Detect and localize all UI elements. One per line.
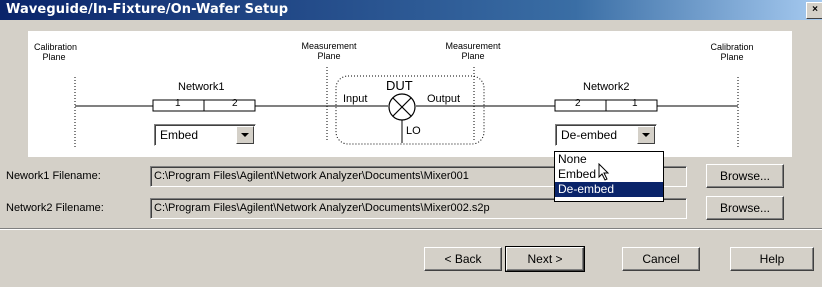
back-button[interactable]: < Back xyxy=(424,247,502,271)
chevron-down-icon[interactable] xyxy=(637,126,655,144)
network-diagram xyxy=(74,67,739,149)
chevron-down-icon[interactable] xyxy=(236,126,254,144)
help-button[interactable]: Help xyxy=(730,247,814,271)
network2-filename-label: Network2 Filename: xyxy=(6,202,104,214)
network2-label: Network2 xyxy=(583,81,630,93)
network2-mode-value: De-embed xyxy=(561,128,618,142)
network1-port-b: 2 xyxy=(232,98,238,109)
mouse-pointer-icon xyxy=(598,163,610,181)
divider xyxy=(0,228,822,230)
network2-port-a: 2 xyxy=(575,98,581,109)
window-title: Waveguide/In-Fixture/On-Wafer Setup xyxy=(6,2,289,17)
next-button[interactable]: Next > xyxy=(505,246,585,272)
dut-output-label: Output xyxy=(427,93,461,105)
close-icon[interactable]: × xyxy=(806,2,822,19)
title-bar: Waveguide/In-Fixture/On-Wafer Setup × xyxy=(0,0,822,20)
dut-input-label: Input xyxy=(343,93,368,105)
dut-label: DUT xyxy=(386,78,413,93)
network2-filename-value: C:\Program Files\Agilent\Network Analyze… xyxy=(154,202,490,214)
network2-mode-select[interactable]: De-embed xyxy=(555,124,657,146)
calibration-plane-left-label: Calibration Plane xyxy=(34,42,78,62)
network1-filename-label: Nework1 Filename: xyxy=(6,170,101,182)
cancel-button[interactable]: Cancel xyxy=(622,247,700,271)
network1-label: Network1 xyxy=(178,81,225,93)
network1-port-a: 1 xyxy=(175,98,181,109)
browse-network1-button[interactable]: Browse... xyxy=(706,164,784,188)
dropdown-option-de-embed[interactable]: De-embed xyxy=(555,182,663,197)
diagram-panel: Calibration Plane Calibration Plane Measur… xyxy=(28,31,792,157)
measurement-plane-left-label: Measurement Plane xyxy=(301,41,357,61)
calibration-plane-right-label: Calibration Plane xyxy=(710,42,754,62)
measurement-plane-right-label: Measurement Plane xyxy=(445,41,501,61)
dut-lo-label: LO xyxy=(406,125,421,137)
network1-filename-value: C:\Program Files\Agilent\Network Analyze… xyxy=(154,170,469,182)
browse-network2-button[interactable]: Browse... xyxy=(706,196,784,220)
network1-mode-select[interactable]: Embed xyxy=(154,124,256,146)
network2-port-b: 1 xyxy=(632,98,638,109)
network1-mode-value: Embed xyxy=(160,128,199,142)
